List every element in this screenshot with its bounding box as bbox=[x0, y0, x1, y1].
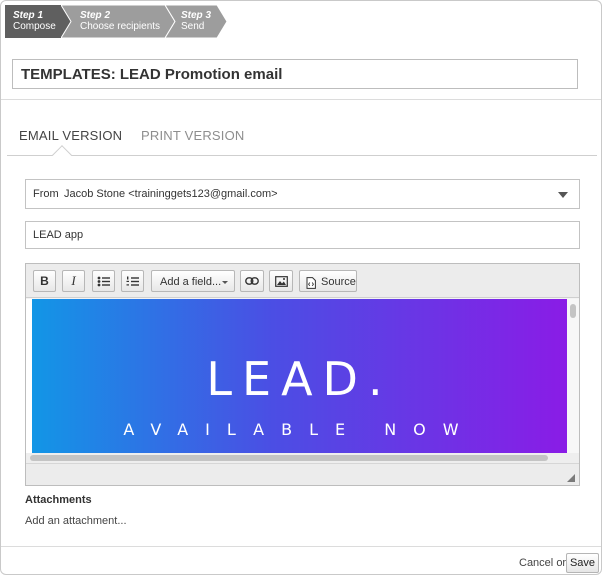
save-button[interactable]: Save bbox=[566, 553, 599, 573]
add-field-dropdown[interactable]: Add a field... bbox=[151, 270, 235, 292]
editor-horizontal-scrollbar[interactable] bbox=[26, 453, 579, 463]
step-breadcrumb: Step 1 Compose Step 2 Choose recipients … bbox=[5, 5, 235, 38]
rich-text-editor: B I Add a field... Source LEAD. AVAILABL… bbox=[25, 263, 580, 486]
editor-toolbar: B I Add a field... Source bbox=[26, 264, 579, 298]
vertical-scroll-thumb[interactable] bbox=[570, 304, 576, 318]
hero-subtitle: AVAILABLE NOW bbox=[123, 420, 476, 439]
divider-top bbox=[1, 99, 601, 100]
from-value: Jacob Stone <traininggets123@gmail.com> bbox=[64, 188, 278, 200]
email-composer-window: Step 1 Compose Step 2 Choose recipients … bbox=[0, 0, 602, 575]
link-icon bbox=[241, 271, 263, 291]
editor-content-area[interactable]: LEAD. AVAILABLE NOW bbox=[26, 299, 579, 453]
italic-button[interactable]: I bbox=[62, 270, 85, 292]
bold-icon: B bbox=[40, 274, 49, 288]
template-title-text: TEMPLATES: LEAD Promotion email bbox=[21, 66, 283, 83]
from-select[interactable]: From Jacob Stone <traininggets123@gmail.… bbox=[25, 179, 580, 209]
editor-status-bar bbox=[26, 463, 579, 485]
step-compose-number: Step 1 bbox=[13, 10, 44, 21]
source-button[interactable]: Source bbox=[299, 270, 357, 292]
image-icon bbox=[270, 271, 292, 291]
bold-button[interactable]: B bbox=[33, 270, 56, 292]
editor-vertical-scrollbar[interactable] bbox=[567, 299, 579, 453]
step-choose-recipients-number: Step 2 bbox=[80, 10, 111, 21]
step-compose-label: Compose bbox=[13, 21, 56, 32]
tab-email-version[interactable]: EMAIL VERSION bbox=[19, 128, 122, 143]
bullet-list-icon bbox=[93, 271, 114, 291]
cancel-text: Cancel or bbox=[519, 557, 566, 569]
add-field-label: Add a field... bbox=[160, 276, 222, 288]
source-label: Source bbox=[321, 276, 356, 288]
resize-grip-icon[interactable] bbox=[567, 474, 575, 482]
tab-print-version[interactable]: PRINT VERSION bbox=[141, 128, 245, 143]
chevron-down-icon bbox=[558, 192, 568, 198]
step-choose-recipients[interactable]: Step 2 Choose recipients bbox=[61, 5, 175, 38]
cancel-or-text: or bbox=[556, 557, 567, 569]
cancel-link[interactable]: Cancel bbox=[519, 557, 553, 569]
step-choose-recipients-label: Choose recipients bbox=[80, 21, 161, 32]
add-attachment-link[interactable]: Add an attachment... bbox=[25, 515, 127, 527]
source-code-icon bbox=[306, 276, 316, 294]
numbered-list-button[interactable] bbox=[121, 270, 144, 292]
step-send-label: Send bbox=[181, 21, 205, 32]
chevron-down-icon bbox=[222, 281, 228, 284]
bullet-list-button[interactable] bbox=[92, 270, 115, 292]
subject-input[interactable] bbox=[25, 221, 580, 249]
hero-title: LEAD. bbox=[206, 352, 393, 406]
divider-bottom bbox=[1, 546, 601, 547]
attachments-heading: Attachments bbox=[25, 494, 92, 506]
step-send[interactable]: Step 3 Send bbox=[165, 5, 227, 38]
insert-image-button[interactable] bbox=[269, 270, 293, 292]
numbered-list-icon bbox=[122, 271, 143, 291]
insert-link-button[interactable] bbox=[240, 270, 264, 292]
template-title-field[interactable]: TEMPLATES: LEAD Promotion email bbox=[12, 59, 578, 89]
italic-icon: I bbox=[71, 273, 76, 288]
horizontal-scroll-thumb[interactable] bbox=[30, 455, 548, 461]
tabs-underline bbox=[7, 155, 597, 156]
step-send-number: Step 3 bbox=[181, 10, 212, 21]
lead-hero-banner: LEAD. AVAILABLE NOW bbox=[32, 299, 567, 453]
active-tab-pointer bbox=[52, 145, 72, 165]
from-label: From bbox=[33, 188, 59, 200]
